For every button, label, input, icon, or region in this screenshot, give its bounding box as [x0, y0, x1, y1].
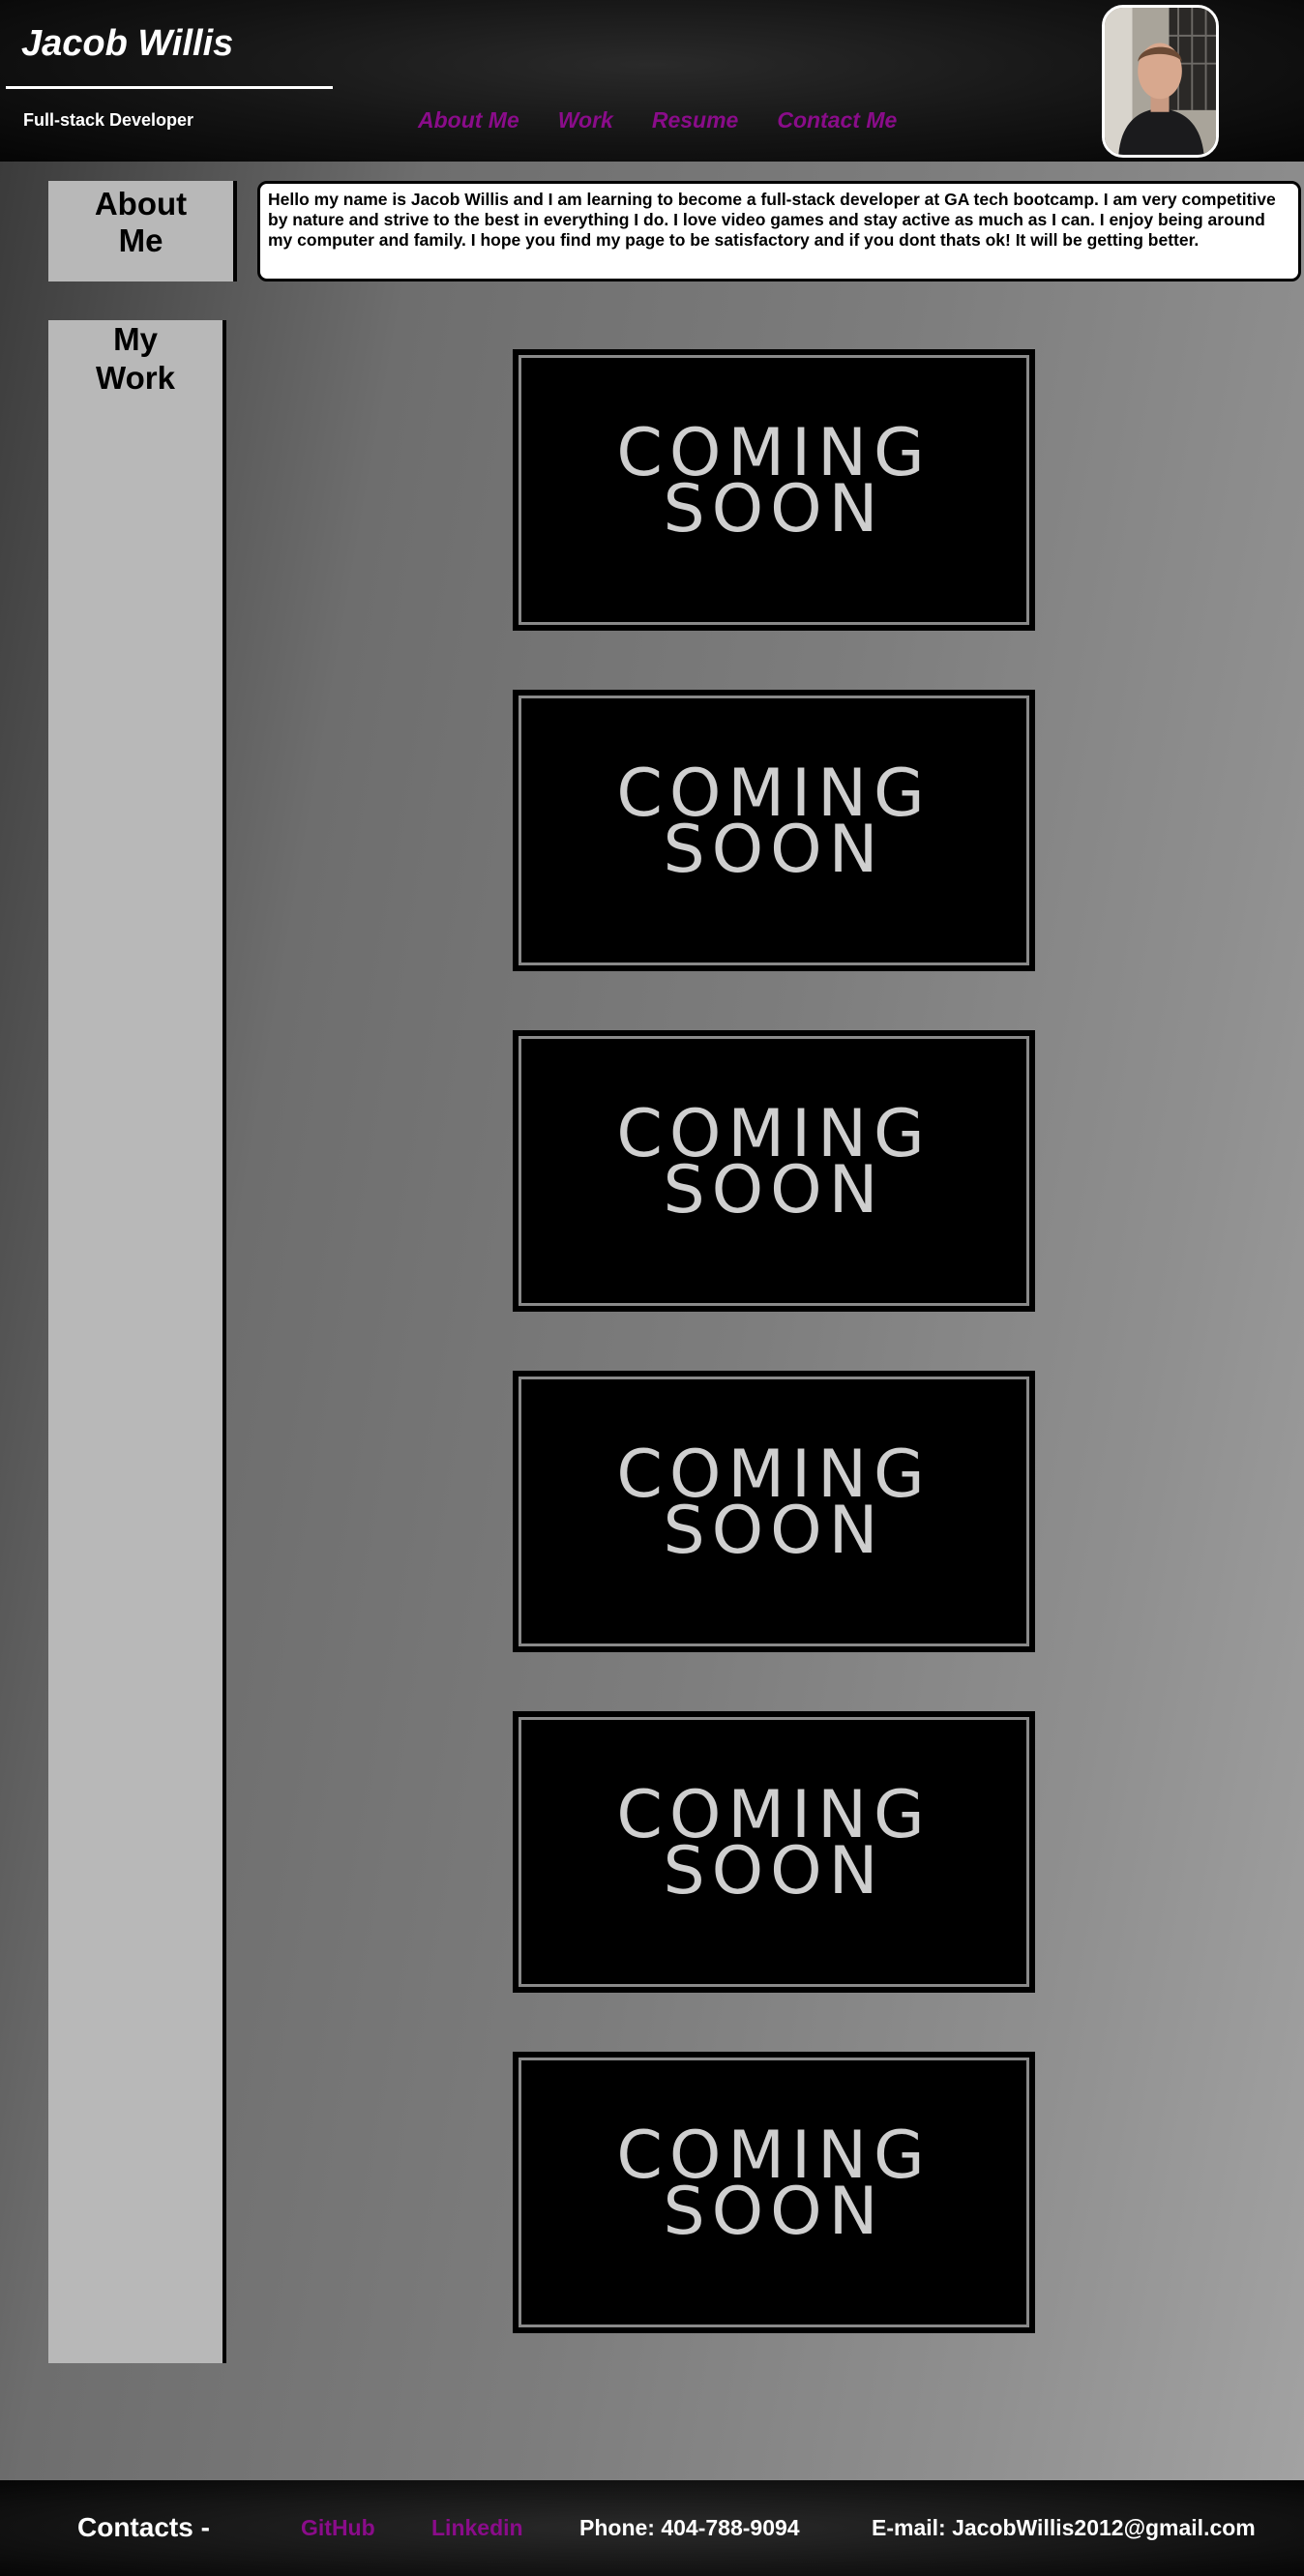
- work-card[interactable]: COMING SOON: [513, 690, 1035, 971]
- work-card[interactable]: COMING SOON: [513, 1711, 1035, 1993]
- coming-soon-line2: SOON: [663, 2174, 885, 2250]
- work-card[interactable]: COMING SOON: [513, 1371, 1035, 1652]
- site-subtitle: Full-stack Developer: [23, 110, 194, 130]
- phone-number: Phone: 404-788-9094: [579, 2515, 800, 2540]
- coming-soon-line2: SOON: [663, 1152, 885, 1229]
- about-me-heading: About Me: [48, 181, 237, 281]
- coming-soon-label: COMING SOON: [516, 1102, 1032, 1229]
- my-work-heading: My Work: [48, 320, 226, 2363]
- contacts-label: Contacts -: [77, 2512, 210, 2542]
- about-me-heading-text: About Me: [94, 186, 188, 258]
- site-title: Jacob Willis: [21, 23, 234, 64]
- nav-contact-me[interactable]: Contact Me: [777, 107, 897, 133]
- nav-resume[interactable]: Resume: [652, 107, 738, 133]
- email-address: E-mail: JacobWillis2012@gmail.com: [872, 2515, 1256, 2540]
- coming-soon-label: COMING SOON: [516, 1442, 1032, 1569]
- about-me-text: Hello my name is Jacob Willis and I am l…: [257, 181, 1301, 281]
- github-link[interactable]: GitHub: [301, 2515, 375, 2541]
- coming-soon-label: COMING SOON: [516, 761, 1032, 888]
- site-footer: Contacts - GitHub Linkedin Phone: 404-78…: [0, 2480, 1304, 2576]
- nav-work[interactable]: Work: [558, 107, 613, 133]
- profile-photo: [1102, 5, 1219, 158]
- work-card[interactable]: COMING SOON: [513, 349, 1035, 631]
- main-nav: About Me Work Resume Contact Me: [418, 107, 897, 133]
- coming-soon-label: COMING SOON: [516, 421, 1032, 548]
- profile-photo-image: [1105, 8, 1216, 155]
- main-content: About Me Hello my name is Jacob Willis a…: [0, 162, 1304, 2480]
- coming-soon-label: COMING SOON: [516, 1783, 1032, 1910]
- work-card[interactable]: COMING SOON: [513, 1030, 1035, 1312]
- my-work-heading-text: My Work: [96, 321, 175, 396]
- title-underline: [6, 86, 333, 89]
- coming-soon-line2: SOON: [663, 812, 885, 888]
- coming-soon-label: COMING SOON: [516, 2123, 1032, 2250]
- work-card[interactable]: COMING SOON: [513, 2052, 1035, 2333]
- site-header: Jacob Willis Full-stack Developer About …: [0, 0, 1304, 162]
- coming-soon-line2: SOON: [663, 1833, 885, 1910]
- coming-soon-line2: SOON: [663, 1493, 885, 1569]
- nav-about-me[interactable]: About Me: [418, 107, 519, 133]
- coming-soon-line2: SOON: [663, 471, 885, 548]
- linkedin-link[interactable]: Linkedin: [431, 2515, 523, 2541]
